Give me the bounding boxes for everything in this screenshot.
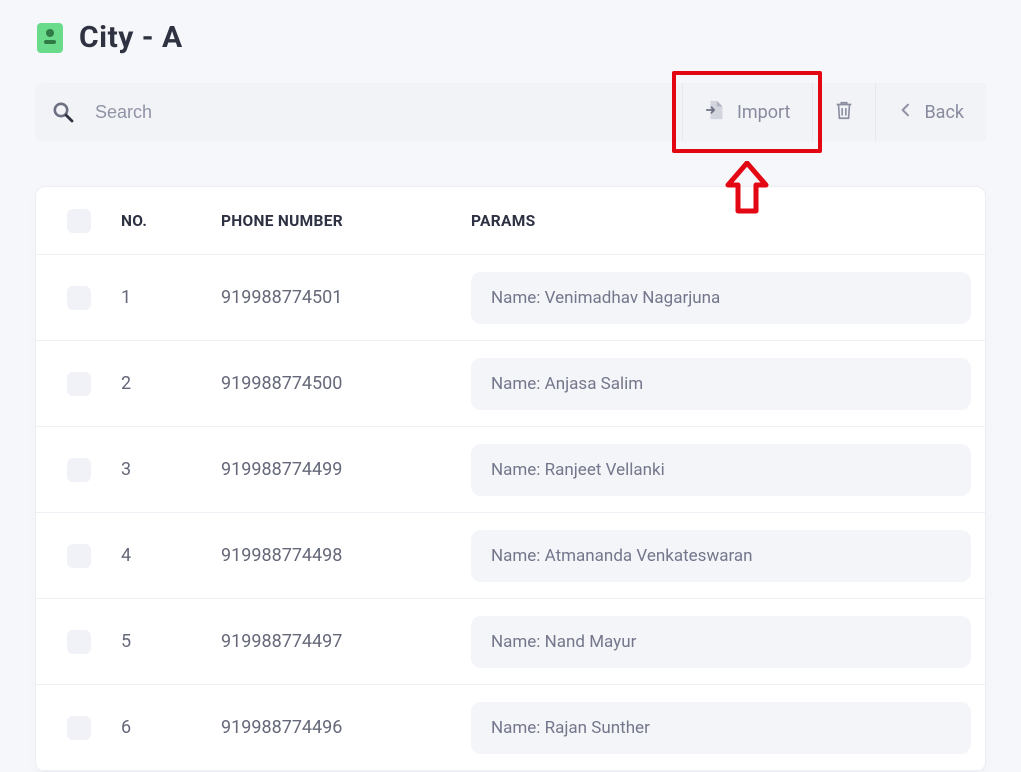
contacts-table: NO. PHONE NUMBER PARAMS 1919988774501Nam… <box>35 186 986 772</box>
table-row: 4919988774498Name: Atmananda Venkateswar… <box>36 513 985 599</box>
row-checkbox[interactable] <box>67 630 91 654</box>
row-checkbox[interactable] <box>67 716 91 740</box>
row-no: 6 <box>121 717 221 738</box>
select-all-checkbox[interactable] <box>67 209 91 233</box>
row-checkbox[interactable] <box>67 544 91 568</box>
row-phone: 919988774499 <box>221 459 471 480</box>
row-checkbox[interactable] <box>67 458 91 482</box>
row-phone: 919988774501 <box>221 287 471 308</box>
back-label: Back <box>924 102 964 123</box>
table-row: 6919988774496Name: Rajan Sunther <box>36 685 985 771</box>
row-checkbox[interactable] <box>67 372 91 396</box>
toolbar: Import Back <box>35 83 986 141</box>
row-params: Name: Nand Mayur <box>471 616 971 668</box>
table-row: 1919988774501Name: Venimadhav Nagarjuna <box>36 255 985 341</box>
delete-button[interactable] <box>812 83 875 141</box>
row-no: 3 <box>121 459 221 480</box>
search-input[interactable] <box>95 102 682 123</box>
row-checkbox[interactable] <box>67 286 91 310</box>
back-button[interactable]: Back <box>875 83 986 141</box>
table-row: 3919988774499Name: Ranjeet Vellanki <box>36 427 985 513</box>
chevron-left-icon <box>898 102 914 123</box>
row-params: Name: Anjasa Salim <box>471 358 971 410</box>
row-phone: 919988774497 <box>221 631 471 652</box>
page-title: City - A <box>79 20 183 55</box>
row-no: 2 <box>121 373 221 394</box>
row-no: 4 <box>121 545 221 566</box>
row-params: Name: Venimadhav Nagarjuna <box>471 272 971 324</box>
col-params: PARAMS <box>471 212 971 230</box>
col-no: NO. <box>121 212 221 230</box>
table-row: 2919988774500Name: Anjasa Salim <box>36 341 985 427</box>
row-phone: 919988774500 <box>221 373 471 394</box>
row-no: 5 <box>121 631 221 652</box>
table-header: NO. PHONE NUMBER PARAMS <box>36 187 985 255</box>
row-phone: 919988774498 <box>221 545 471 566</box>
search-icon <box>51 100 75 124</box>
import-button[interactable]: Import <box>682 83 812 141</box>
import-label: Import <box>737 102 790 123</box>
row-phone: 919988774496 <box>221 717 471 738</box>
col-phone: PHONE NUMBER <box>221 212 471 230</box>
contacts-icon <box>37 23 63 53</box>
row-params: Name: Ranjeet Vellanki <box>471 444 971 496</box>
table-row: 5919988774497Name: Nand Mayur <box>36 599 985 685</box>
row-params: Name: Atmananda Venkateswaran <box>471 530 971 582</box>
row-params: Name: Rajan Sunther <box>471 702 971 754</box>
import-file-icon <box>705 99 727 126</box>
trash-icon <box>833 99 855 126</box>
row-no: 1 <box>121 287 221 308</box>
